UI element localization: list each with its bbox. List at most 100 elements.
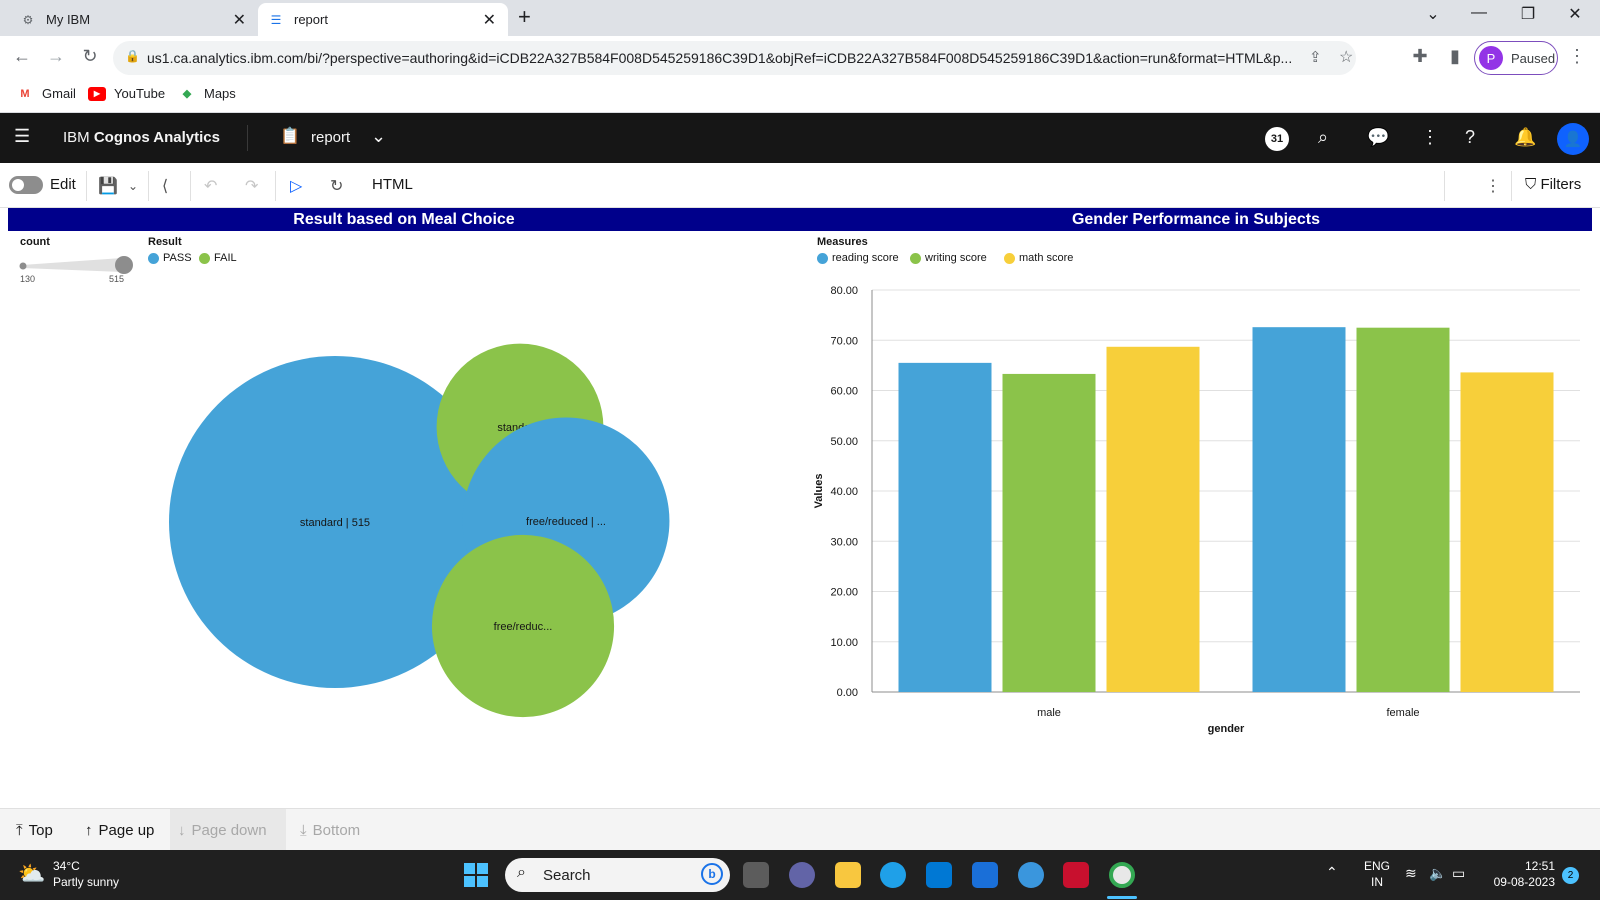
save-chevron-down-icon[interactable]: ⌄	[128, 179, 138, 193]
pass-swatch	[148, 252, 159, 264]
start-windows-icon[interactable]	[463, 862, 489, 888]
restore-icon[interactable]: ❐	[1513, 4, 1543, 24]
legend-item-fail[interactable]: FAIL	[199, 252, 237, 264]
file-explorer-icon[interactable]	[835, 862, 861, 888]
page-up-button[interactable]: ↑ Page up	[77, 809, 162, 851]
share-icon[interactable]: ⇪	[1309, 48, 1322, 66]
legend-item-math[interactable]: math score	[1004, 252, 1073, 264]
minimize-icon[interactable]: —	[1464, 4, 1494, 22]
size-legend-title: count	[20, 236, 50, 248]
tab-search-chevron-icon[interactable]: ⌄	[1418, 4, 1448, 24]
filters-button[interactable]: ⛉ Filters	[1525, 176, 1581, 193]
bubble-chart: standard | 515standar...free/reduced | .…	[169, 343, 670, 718]
profile-button[interactable]: P Paused	[1474, 41, 1558, 75]
chrome-icon[interactable]	[1109, 862, 1135, 888]
close-tab-icon[interactable]: ✕	[233, 10, 246, 30]
edit-toggle[interactable]	[9, 176, 43, 194]
legend-item-reading[interactable]: reading score	[817, 252, 899, 264]
show-hidden-icons-icon[interactable]: ⌃	[1326, 864, 1338, 881]
redo-icon[interactable]: ↷	[245, 176, 258, 196]
notifications-bell-icon[interactable]: 🔔	[1514, 127, 1536, 148]
assistant-chat-icon[interactable]: 💬	[1367, 127, 1389, 148]
get-help-icon[interactable]	[1018, 862, 1044, 888]
more-options-icon[interactable]: ⋮	[1421, 127, 1439, 148]
notification-count-badge[interactable]: 2	[1562, 867, 1579, 884]
edge-icon[interactable]	[880, 862, 906, 888]
share-icon[interactable]: ⟨	[162, 176, 168, 196]
close-window-icon[interactable]: ✕	[1560, 4, 1590, 24]
y-tick-label: 0.00	[837, 687, 858, 699]
bubble-label: free/reduced | ...	[526, 516, 606, 528]
legend-item-writing[interactable]: writing score	[910, 252, 987, 264]
bar-female-writing-score[interactable]	[1356, 327, 1450, 692]
address-bar[interactable]: 🔒 us1.ca.analytics.ibm.com/bi/?perspecti…	[113, 41, 1356, 75]
arrow-down-icon: ↓	[178, 821, 186, 839]
legend-item-pass[interactable]: PASS	[148, 252, 192, 264]
bar-female-math-score[interactable]	[1460, 372, 1554, 692]
bookmarks-bar: M Gmail ▶ YouTube ◆ Maps	[0, 80, 1600, 113]
battery-icon[interactable]: ▭	[1452, 865, 1465, 882]
hamburger-menu-icon[interactable]: ☰	[14, 126, 30, 147]
bar-male-writing-score[interactable]	[1002, 373, 1096, 692]
brand-name: Cognos Analytics	[93, 129, 220, 146]
task-view-icon[interactable]	[743, 862, 769, 888]
extensions-icon[interactable]: ✚	[1408, 46, 1432, 67]
report-chevron-down-icon[interactable]: ⌄	[371, 126, 386, 147]
microsoft-store-icon[interactable]	[926, 862, 952, 888]
mylic-app-icon[interactable]	[972, 862, 998, 888]
tab-my-ibm[interactable]: ⚙ My IBM ✕	[10, 3, 258, 36]
youtube-icon: ▶	[88, 86, 106, 101]
undo-icon[interactable]: ↶	[204, 176, 217, 196]
system-clock[interactable]: 12:51 09-08-2023	[1485, 858, 1555, 890]
side-panel-icon[interactable]: ▮	[1443, 46, 1467, 67]
language-indicator[interactable]: ENG IN	[1362, 858, 1392, 890]
browser-menu-icon[interactable]: ⋮	[1565, 46, 1589, 67]
refresh-icon[interactable]: ↻	[330, 176, 343, 196]
page-up-label: Page up	[98, 821, 155, 839]
y-tick-label: 50.00	[830, 436, 858, 448]
bookmark-youtube[interactable]: ▶ YouTube	[88, 86, 165, 101]
run-icon[interactable]: ▷	[290, 176, 302, 196]
volume-icon[interactable]: 🔈	[1429, 865, 1446, 882]
forward-icon[interactable]: →	[44, 46, 68, 67]
bookmark-gmail[interactable]: M Gmail	[16, 86, 76, 101]
x-tick-label: male	[1037, 707, 1061, 719]
close-tab-icon[interactable]: ✕	[483, 10, 496, 30]
mcafee-icon[interactable]	[1063, 862, 1089, 888]
y-tick-label: 20.00	[830, 587, 858, 599]
help-icon[interactable]: ?	[1465, 127, 1475, 148]
weather-icon[interactable]: ⛅	[18, 861, 45, 887]
bookmark-label: Maps	[204, 86, 236, 101]
output-format-button[interactable]: HTML	[372, 176, 413, 193]
bar-male-math-score[interactable]	[1106, 346, 1200, 692]
search-icon: ⌕	[517, 864, 526, 881]
size-legend-min-label: 130	[20, 274, 36, 284]
bar-female-reading-score[interactable]	[1252, 327, 1346, 692]
reload-icon[interactable]: ↻	[78, 46, 102, 67]
paging-bar: ⤒ Top ↑ Page up ↓ Page down ⤓ Bottom	[0, 808, 1600, 851]
wifi-icon[interactable]: ≋	[1405, 865, 1417, 882]
report-icon: 📋	[280, 128, 300, 145]
weather-description: Partly sunny	[53, 875, 120, 889]
weather-temperature: 34°C	[53, 859, 80, 873]
color-legend-title: Result	[148, 236, 182, 248]
bar-male-reading-score[interactable]	[898, 362, 992, 692]
clock-time: 12:51	[1524, 859, 1555, 873]
save-icon[interactable]: 💾	[98, 176, 118, 196]
tab-report[interactable]: ☰ report ✕	[258, 3, 508, 36]
notification-badge[interactable]: 31	[1265, 127, 1289, 151]
bottom-button[interactable]: ⤓ Bottom	[292, 809, 368, 851]
search-icon[interactable]: ⌕	[1318, 127, 1328, 148]
bookmark-star-icon[interactable]: ☆	[1339, 47, 1353, 67]
taskbar-search[interactable]: ⌕ Search b	[505, 858, 730, 892]
user-avatar[interactable]: 👤	[1557, 123, 1589, 155]
profile-status: Paused	[1511, 50, 1556, 66]
toolbar-divider	[1444, 171, 1445, 201]
page-down-button[interactable]: ↓ Page down	[170, 809, 286, 851]
back-icon[interactable]: ←	[10, 46, 34, 67]
toolbar-more-icon[interactable]: ⋮	[1485, 176, 1501, 196]
bookmark-maps[interactable]: ◆ Maps	[178, 86, 236, 101]
new-tab-icon[interactable]: +	[518, 4, 531, 30]
teams-icon[interactable]	[789, 862, 815, 888]
top-button[interactable]: ⤒ Top	[8, 809, 61, 851]
